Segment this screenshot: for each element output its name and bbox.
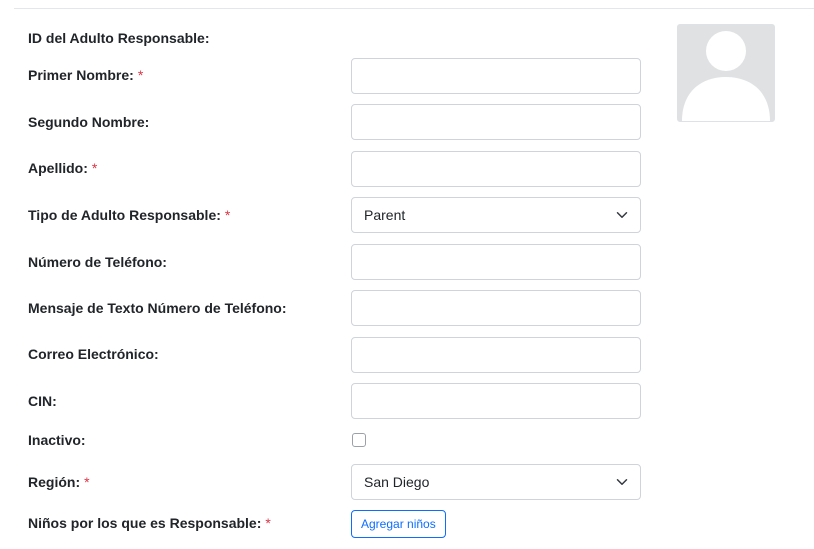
children-label: Niños por los que es Responsable: * xyxy=(28,515,271,531)
email-label-text: Correo Electrónico: xyxy=(28,346,159,362)
first-name-label: Primer Nombre: * xyxy=(28,67,143,83)
middle-name-input[interactable] xyxy=(351,104,641,140)
form-top-divider xyxy=(14,8,814,9)
sms-phone-input[interactable] xyxy=(351,290,641,326)
cin-input[interactable] xyxy=(351,383,641,419)
cin-label-text: CIN: xyxy=(28,393,57,409)
avatar xyxy=(677,24,775,122)
guardian-type-label-text: Tipo de Adulto Responsable: xyxy=(28,207,221,223)
add-children-button[interactable]: Agregar niños xyxy=(351,510,446,538)
first-name-label-text: Primer Nombre: xyxy=(28,67,134,83)
last-name-label: Apellido: * xyxy=(28,160,97,176)
phone-label-text: Número de Teléfono: xyxy=(28,254,167,270)
chevron-down-icon xyxy=(616,212,628,218)
required-marker: * xyxy=(91,160,98,176)
region-value: San Diego xyxy=(364,474,430,490)
required-marker: * xyxy=(224,207,231,223)
inactive-label-text: Inactivo: xyxy=(28,432,86,448)
sms-phone-label: Mensaje de Texto Número de Teléfono: xyxy=(28,300,287,316)
email-label: Correo Electrónico: xyxy=(28,346,159,362)
person-placeholder-icon xyxy=(678,25,774,121)
required-marker: * xyxy=(137,67,144,83)
inactive-label: Inactivo: xyxy=(28,432,86,448)
required-marker: * xyxy=(84,474,90,490)
last-name-label-text: Apellido: xyxy=(28,160,88,176)
last-name-input[interactable] xyxy=(351,151,641,187)
guardian-id-label: ID del Adulto Responsable: xyxy=(28,30,210,46)
sms-phone-label-text: Mensaje de Texto Número de Teléfono: xyxy=(28,300,287,316)
children-label-text: Niños por los que es Responsable: xyxy=(28,515,262,531)
add-children-button-label: Agregar niños xyxy=(361,517,436,531)
first-name-input[interactable] xyxy=(351,58,641,94)
region-label: Región: * xyxy=(28,474,90,490)
required-marker: * xyxy=(265,515,271,531)
region-label-text: Región: xyxy=(28,474,81,490)
inactive-checkbox[interactable] xyxy=(352,433,366,447)
chevron-down-icon xyxy=(616,479,628,485)
middle-name-label-text: Segundo Nombre: xyxy=(28,114,150,130)
region-select[interactable]: San Diego xyxy=(351,464,641,500)
phone-input[interactable] xyxy=(351,244,641,280)
guardian-id-label-text: ID del Adulto Responsable: xyxy=(28,30,210,46)
guardian-type-select[interactable]: Parent xyxy=(351,197,641,233)
guardian-type-label: Tipo de Adulto Responsable: * xyxy=(28,207,230,223)
guardian-type-value: Parent xyxy=(364,207,406,223)
email-input[interactable] xyxy=(351,337,641,373)
middle-name-label: Segundo Nombre: xyxy=(28,114,149,130)
phone-label: Número de Teléfono: xyxy=(28,254,167,270)
cin-label: CIN: xyxy=(28,393,57,409)
